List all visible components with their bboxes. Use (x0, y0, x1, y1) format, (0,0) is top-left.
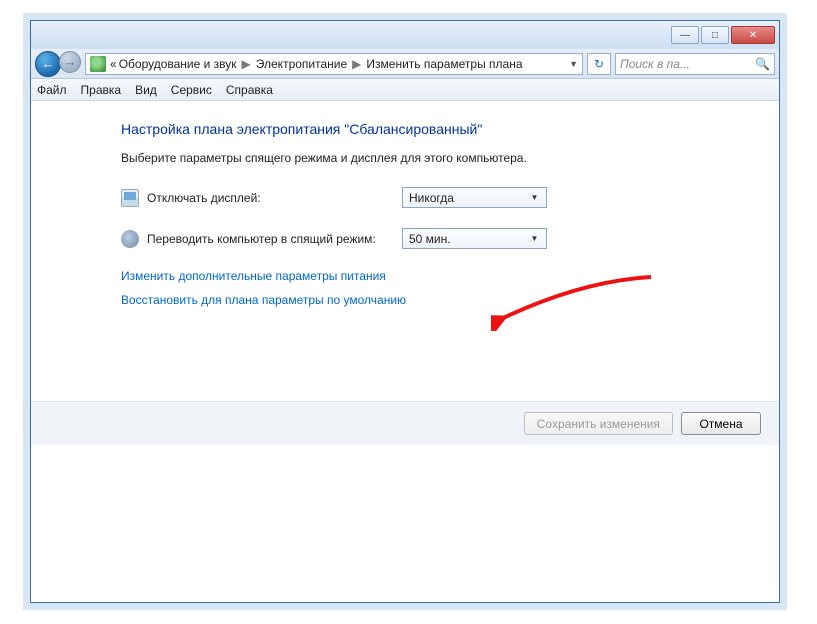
display-off-label: Отключать дисплей: (147, 191, 402, 205)
menu-bar: Файл Правка Вид Сервис Справка (31, 79, 779, 101)
breadcrumb-item[interactable]: Изменить параметры плана (366, 57, 522, 71)
page-subtext: Выберите параметры спящего режима и дисп… (121, 151, 751, 165)
button-row: Сохранить изменения Отмена (31, 401, 779, 445)
menu-view[interactable]: Вид (135, 83, 157, 97)
refresh-button[interactable]: ↻ (587, 53, 611, 75)
window-frame: — □ ✕ ← → « Оборудование и звук ▶ Электр… (30, 20, 780, 603)
setting-display-row: Отключать дисплей: Никогда ▼ (121, 187, 751, 208)
breadcrumb-item[interactable]: Электропитание (256, 57, 347, 71)
sleep-label: Переводить компьютер в спящий режим: (147, 232, 402, 246)
content-area: Настройка плана электропитания "Сбаланси… (31, 101, 779, 602)
setting-sleep-row: Переводить компьютер в спящий режим: 50 … (121, 228, 751, 249)
close-icon: ✕ (749, 30, 757, 41)
forward-button[interactable]: → (59, 51, 81, 73)
minimize-icon: — (680, 30, 690, 41)
search-icon: 🔍 (755, 57, 770, 71)
menu-service[interactable]: Сервис (171, 83, 212, 97)
links-block: Изменить дополнительные параметры питани… (121, 269, 751, 307)
advanced-settings-link[interactable]: Изменить дополнительные параметры питани… (121, 269, 751, 283)
sleep-icon (121, 230, 139, 248)
breadcrumb-item[interactable]: Оборудование и звук (119, 57, 237, 71)
sleep-value: 50 мин. (409, 232, 451, 246)
breadcrumb-sep: ▶ (349, 57, 364, 71)
breadcrumb-prefix: « (110, 57, 117, 71)
minimize-button[interactable]: — (671, 26, 699, 44)
breadcrumb-sep: ▶ (239, 57, 254, 71)
chevron-down-icon: ▼ (527, 229, 542, 248)
maximize-button[interactable]: □ (701, 26, 729, 44)
cancel-button[interactable]: Отмена (681, 412, 761, 435)
restore-defaults-link[interactable]: Восстановить для плана параметры по умол… (121, 293, 751, 307)
address-row: ← → « Оборудование и звук ▶ Электропитан… (31, 49, 779, 79)
chevron-down-icon: ▼ (527, 188, 542, 207)
sleep-dropdown[interactable]: 50 мин. ▼ (402, 228, 547, 249)
chevron-down-icon[interactable]: ▼ (569, 59, 578, 69)
nav-buttons: ← → (35, 51, 81, 77)
menu-file[interactable]: Файл (37, 83, 67, 97)
display-icon (121, 189, 139, 207)
close-button[interactable]: ✕ (731, 26, 775, 44)
back-button[interactable]: ← (35, 51, 61, 77)
save-button: Сохранить изменения (524, 412, 673, 435)
titlebar: — □ ✕ (31, 21, 779, 49)
search-input[interactable]: Поиск в па... 🔍 (615, 53, 775, 75)
display-off-value: Никогда (409, 191, 454, 205)
display-off-dropdown[interactable]: Никогда ▼ (402, 187, 547, 208)
control-panel-icon (90, 56, 106, 72)
search-placeholder: Поиск в па... (620, 57, 690, 71)
menu-help[interactable]: Справка (226, 83, 273, 97)
menu-edit[interactable]: Правка (81, 83, 122, 97)
address-bar[interactable]: « Оборудование и звук ▶ Электропитание ▶… (85, 53, 583, 75)
maximize-icon: □ (712, 30, 718, 41)
page-title: Настройка плана электропитания "Сбаланси… (121, 121, 751, 137)
